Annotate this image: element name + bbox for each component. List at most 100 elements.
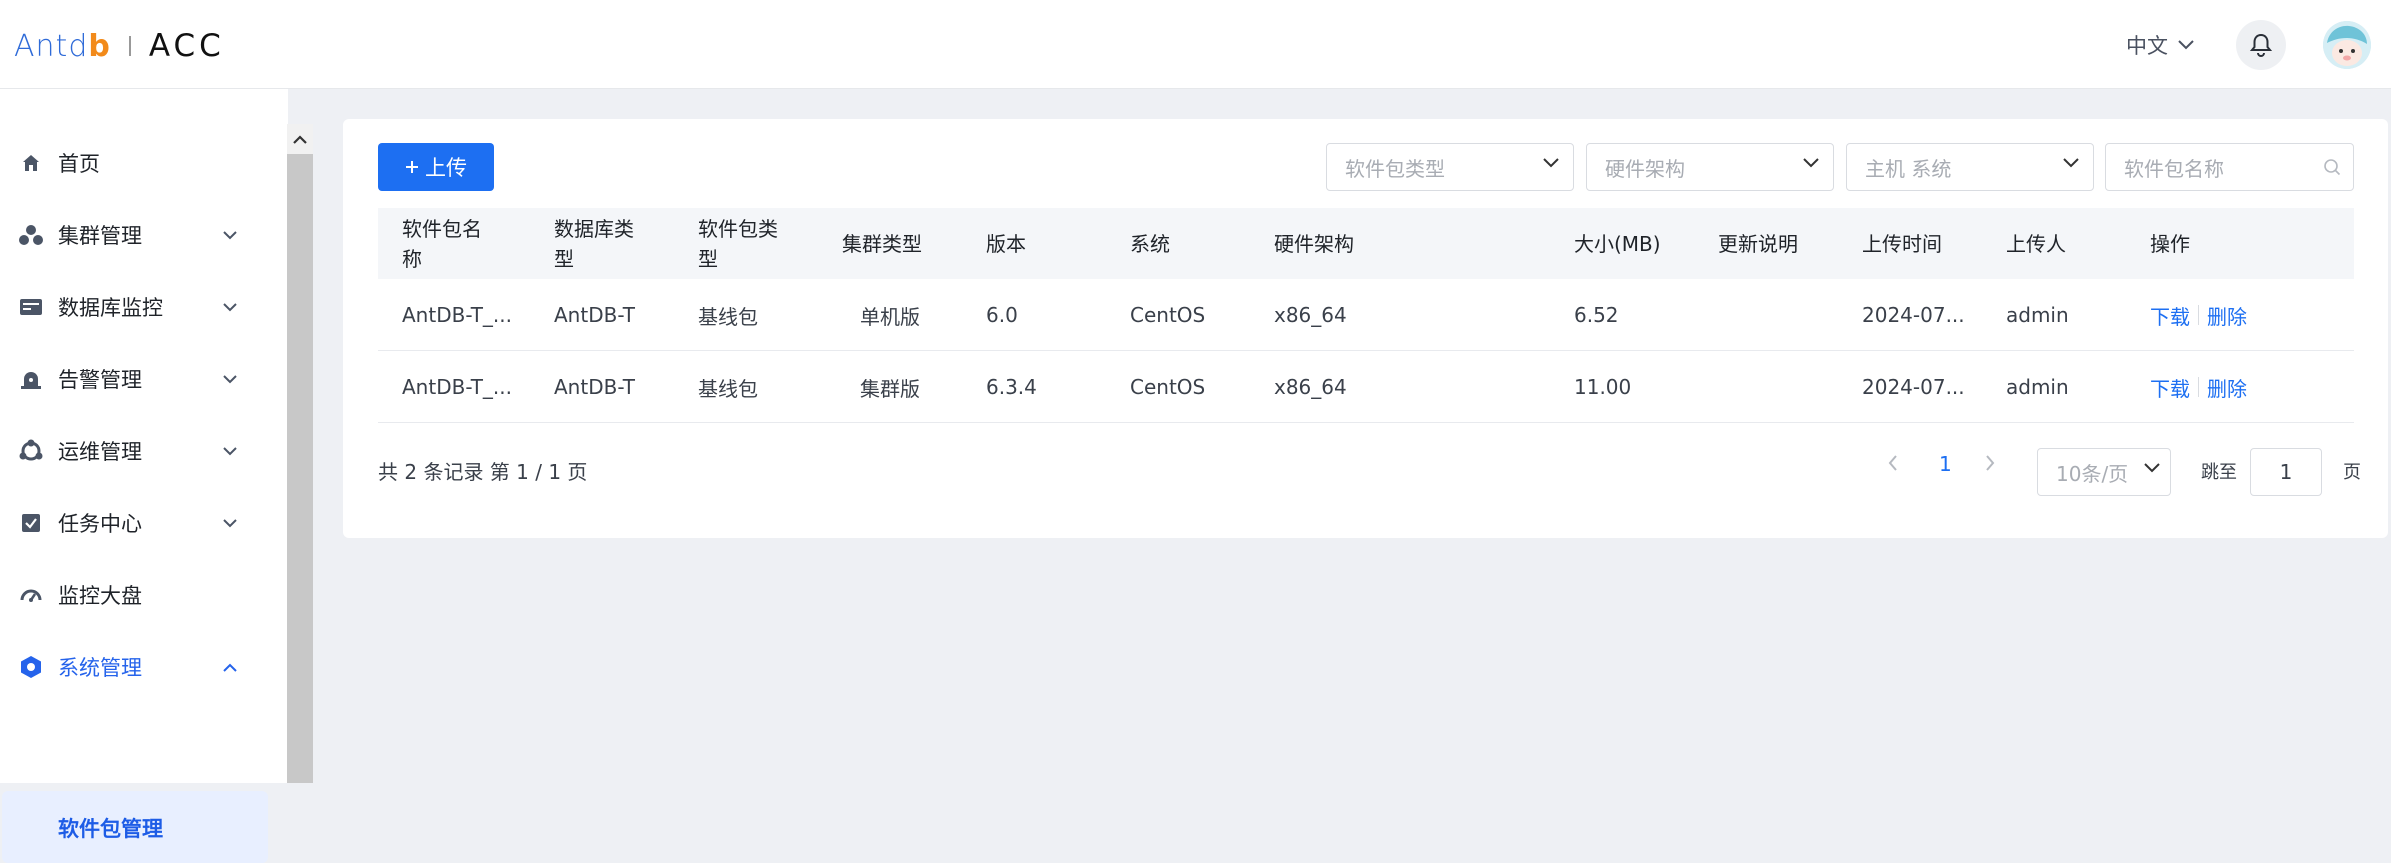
task-icon — [18, 510, 44, 536]
cell-db-type: AntDB-T — [554, 303, 635, 327]
cell-upload-time: 2024-07... — [1862, 375, 1965, 399]
sidebar-item-label: 系统管理 — [58, 656, 142, 680]
chevron-left-icon — [1888, 455, 1897, 471]
cell-actions: 下载 删除 — [2150, 279, 2247, 351]
filter-package-type-placeholder: 软件包类型 — [1345, 156, 1445, 181]
action-divider — [2198, 377, 2199, 397]
sidebar-item-label: 集群管理 — [58, 224, 142, 248]
column-header: 硬件架构 — [1274, 231, 1354, 256]
chevron-down-icon — [220, 513, 240, 533]
filter-os-select[interactable]: 主机 系统 — [1846, 143, 2094, 191]
sidebar-scrollbar[interactable] — [287, 124, 313, 783]
chevron-down-icon — [220, 297, 240, 317]
cell-actions: 下载 删除 — [2150, 351, 2247, 423]
cell-version: 6.0 — [986, 303, 1018, 327]
logo[interactable]: Antdb ACC — [14, 28, 225, 64]
sidebar-item-task[interactable]: 任务中心 — [0, 493, 280, 553]
search-input[interactable]: 软件包名称 — [2105, 143, 2354, 191]
ops-icon — [18, 438, 44, 464]
column-header: 软件包类型 — [698, 216, 778, 271]
logo-antdb: Antdb — [14, 28, 111, 64]
sidebar-item-label: 数据库监控 — [58, 296, 163, 320]
dashboard-icon — [18, 582, 44, 608]
prev-page-button[interactable] — [1888, 455, 1898, 475]
cell-name: AntDB-T_... — [402, 375, 512, 399]
cell-name: AntDB-T_... — [402, 303, 512, 327]
sidebar-subitem-label: 软件包管理 — [58, 817, 163, 841]
cell-os: CentOS — [1130, 375, 1206, 399]
column-header: 软件包名称 — [402, 216, 482, 271]
sidebar-item-alarm[interactable]: 告警管理 — [0, 349, 280, 409]
filter-package-type-select[interactable]: 软件包类型 — [1326, 143, 1574, 191]
column-header: 版本 — [986, 231, 1026, 256]
cell-arch: x86_64 — [1274, 375, 1347, 399]
search-icon[interactable] — [2323, 158, 2341, 176]
sidebar-item-label: 任务中心 — [58, 512, 142, 536]
sidebar-item-dashboard[interactable]: 监控大盘 — [0, 565, 280, 625]
upload-button[interactable]: 上传 — [378, 143, 494, 191]
sidebar-item-home[interactable]: 首页 — [0, 133, 280, 193]
filter-arch-select[interactable]: 硬件架构 — [1586, 143, 1834, 191]
sidebar-item-label: 监控大盘 — [58, 584, 142, 608]
column-header: 大小(MB) — [1574, 231, 1661, 256]
chevron-down-icon — [220, 441, 240, 461]
sidebar-item-db-monitor[interactable]: 数据库监控 — [0, 277, 280, 337]
language-label: 中文 — [2126, 34, 2168, 58]
filter-os-placeholder: 主机 系统 — [1865, 156, 1952, 181]
sidebar: 首页 集群管理 数据库监控 告警管理 运维管理 任务中心 监控大盘 系统管理 软… — [0, 89, 288, 863]
package-list-card: 上传 软件包类型 硬件架构 主机 系统 软件包名称 软件包名称 数据库类型 软件… — [343, 119, 2388, 538]
column-header: 上传时间 — [1862, 231, 1942, 256]
cluster-icon — [18, 222, 44, 248]
table-row: AntDB-T_... AntDB-T 基线包 单机版 6.0 CentOS x… — [378, 279, 2354, 351]
download-link[interactable]: 下载 — [2150, 373, 2190, 402]
cell-version: 6.3.4 — [986, 375, 1037, 399]
download-link[interactable]: 下载 — [2150, 301, 2190, 330]
scroll-up-button[interactable] — [287, 124, 313, 154]
page-number-current[interactable]: 1 — [1939, 452, 1952, 476]
sidebar-item-label: 首页 — [58, 152, 100, 176]
sidebar-item-cluster[interactable]: 集群管理 — [0, 205, 280, 265]
jump-page-input[interactable]: 1 — [2250, 448, 2322, 496]
cell-pkg-type: 基线包 — [698, 376, 758, 401]
delete-link[interactable]: 删除 — [2207, 373, 2247, 402]
table-header: 软件包名称 数据库类型 软件包类型 集群类型 版本 系统 硬件架构 大小(MB)… — [378, 208, 2354, 279]
notification-button[interactable] — [2236, 20, 2286, 70]
cell-cluster-type: 集群版 — [860, 376, 920, 401]
top-header: Antdb ACC 中文 — [0, 0, 2391, 89]
sidebar-subitem-package-mgmt[interactable]: 软件包管理 — [2, 791, 268, 863]
chevron-down-icon — [2144, 463, 2160, 473]
chevron-down-icon — [1543, 158, 1559, 168]
jump-label: 跳至 — [2201, 462, 2237, 483]
next-page-button[interactable] — [1985, 455, 1995, 475]
logo-product: ACC — [148, 28, 225, 64]
home-icon — [18, 150, 44, 176]
action-divider — [2198, 305, 2199, 325]
user-avatar[interactable] — [2323, 21, 2371, 69]
sidebar-item-ops[interactable]: 运维管理 — [0, 421, 280, 481]
chevron-down-icon — [2063, 158, 2079, 168]
chevron-down-icon — [1803, 158, 1819, 168]
chevron-down-icon — [220, 225, 240, 245]
column-header: 集群类型 — [842, 231, 922, 256]
chevron-down-icon — [220, 369, 240, 389]
cell-uploader: admin — [2006, 303, 2069, 327]
cell-db-type: AntDB-T — [554, 375, 635, 399]
plus-icon — [406, 161, 418, 173]
sidebar-item-label: 告警管理 — [58, 368, 142, 392]
pagination-summary: 共 2 条记录 第 1 / 1 页 — [378, 460, 588, 484]
chevron-down-icon — [2178, 40, 2194, 50]
column-header: 上传人 — [2006, 231, 2066, 256]
column-header: 操作 — [2150, 231, 2190, 256]
delete-link[interactable]: 删除 — [2207, 301, 2247, 330]
bell-icon — [2250, 33, 2272, 57]
page-size-select[interactable]: 10条/页 — [2037, 448, 2171, 496]
language-switcher[interactable]: 中文 — [2126, 30, 2194, 60]
upload-button-label: 上传 — [425, 156, 467, 180]
alarm-icon — [18, 366, 44, 392]
sidebar-item-system[interactable]: 系统管理 — [0, 637, 280, 697]
column-header: 数据库类型 — [554, 216, 634, 271]
cell-size: 11.00 — [1574, 375, 1632, 399]
cell-upload-time: 2024-07... — [1862, 303, 1965, 327]
column-header: 更新说明 — [1718, 231, 1798, 256]
table-row: AntDB-T_... AntDB-T 基线包 集群版 6.3.4 CentOS… — [378, 351, 2354, 423]
